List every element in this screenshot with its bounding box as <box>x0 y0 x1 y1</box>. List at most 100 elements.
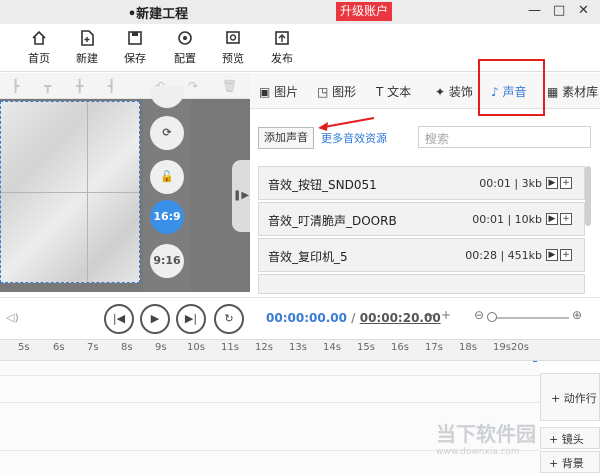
close-button[interactable]: ✕ <box>578 3 589 18</box>
stage-canvas[interactable] <box>0 99 250 292</box>
toolbar-publish[interactable]: 发布 <box>261 29 303 66</box>
toolbar-preview[interactable]: 预览 <box>212 29 254 66</box>
sound-meta: 00:28 | 451kb <box>465 249 542 262</box>
maximize-button[interactable]: □ <box>553 3 565 18</box>
add-background-button[interactable]: + 背景 <box>540 451 600 473</box>
align-right-icon[interactable]: ┫ <box>108 79 115 93</box>
ruler-tick: 11s <box>221 342 239 353</box>
sound-name: 音效_复印机_5 <box>268 250 348 264</box>
tab-decoration[interactable]: ✦ 装饰 <box>435 83 473 100</box>
add-sound-button[interactable]: 添加声音 <box>258 127 314 149</box>
minimize-button[interactable]: — <box>528 3 541 18</box>
next-frame-button[interactable]: ▶| <box>176 304 206 334</box>
toolbar-save[interactable]: 保存 <box>114 29 156 66</box>
ruler-tick: 13s <box>289 342 307 353</box>
zoom-slider[interactable] <box>489 317 569 319</box>
ruler-tick: 9s <box>155 342 167 353</box>
sound-item[interactable]: 音效_按钮_SND051 00:01 | 3kb ▶ + <box>258 166 585 200</box>
toolbar-new[interactable]: 新建 <box>66 29 108 66</box>
window-title: •新建工程 <box>127 7 189 22</box>
zoom-in-icon[interactable]: ⊕ <box>572 308 582 322</box>
ruler-tick: 14s <box>323 342 341 353</box>
volume-icon[interactable]: ◁) <box>6 311 19 324</box>
ruler-tick: 16s <box>391 342 409 353</box>
play-button[interactable]: ▶ <box>140 304 170 334</box>
sound-list-scrollbar[interactable] <box>585 166 591 226</box>
tab-images[interactable]: ▣ 图片 <box>259 83 298 100</box>
save-icon <box>128 31 142 45</box>
align-center-icon[interactable]: ╋ <box>76 79 83 93</box>
resource-tabs: ▣ 图片 ◳ 图形 T 文本 ✦ 装饰 ♪ 声音 ▦ 素材库 <box>250 73 600 109</box>
ratio-16-9-button[interactable]: 16:9 <box>150 200 184 234</box>
sound-meta: 00:01 | 10kb <box>472 213 542 226</box>
zoom-in-small-icon[interactable]: + <box>441 308 451 322</box>
collapse-panel-button[interactable]: ❚▶ <box>232 160 250 232</box>
stage-paper[interactable] <box>0 101 140 283</box>
trash-icon[interactable]: 🗑 <box>222 79 237 93</box>
time-separator: / <box>351 311 356 325</box>
sound-name: 音效_叮清脆声_DOORB <box>268 214 397 228</box>
lock-icon[interactable]: 🔓 <box>150 160 184 194</box>
ruler-tick: 19s <box>493 342 511 353</box>
sound-item[interactable] <box>258 274 585 294</box>
add-icon[interactable]: + <box>560 177 572 189</box>
total-time[interactable]: 00:00:20.00 <box>360 311 441 325</box>
ruler-tick: 7s <box>87 342 99 353</box>
current-time: 00:00:00.00 <box>266 311 347 325</box>
prev-frame-button[interactable]: |◀ <box>104 304 134 334</box>
toolbar-save-label: 保存 <box>124 52 146 65</box>
play-icon[interactable]: ▶ <box>546 213 558 225</box>
track-divider <box>0 375 540 376</box>
ruler-tick: 17s <box>425 342 443 353</box>
ruler-tick: 8s <box>121 342 133 353</box>
tab-shapes[interactable]: ◳ 图形 <box>317 83 356 100</box>
sound-meta: 00:01 | 3kb <box>479 177 542 190</box>
highlight-box <box>478 59 545 116</box>
ruler-tick: 20s <box>511 342 529 353</box>
decoration-icon: ✦ <box>435 85 446 99</box>
toolbar-new-label: 新建 <box>76 52 98 65</box>
home-icon <box>32 30 46 45</box>
ratio-9-16-button[interactable]: 9:16 <box>150 244 184 278</box>
search-icon[interactable]: ⌕ <box>425 130 584 144</box>
background-label: + 背景 <box>549 457 584 470</box>
gear-icon <box>178 31 192 45</box>
zoom-slider-handle[interactable] <box>487 312 497 322</box>
upgrade-account-button[interactable]: 升级账户 <box>336 2 392 21</box>
toolbar-home-label: 首页 <box>28 52 50 65</box>
add-icon[interactable]: + <box>560 249 572 261</box>
align-left-icon[interactable]: ┣ <box>12 79 19 93</box>
ruler-tick: 6s <box>53 342 65 353</box>
timeline-ruler[interactable]: 5s 6s 7s 8s 9s 10s 11s 12s 13s 14s 15s 1… <box>0 339 600 369</box>
action-row-label: + 动作行 <box>551 392 597 405</box>
shape-icon: ◳ <box>317 85 329 99</box>
redo-icon[interactable]: ↷ <box>188 79 198 93</box>
add-icon[interactable]: + <box>560 213 572 225</box>
title-bar: •新建工程 升级账户 — □ ✕ <box>0 0 600 24</box>
add-action-row-button[interactable]: + 动作行 <box>540 373 600 421</box>
sound-item[interactable]: 音效_叮清脆声_DOORB 00:01 | 10kb ▶ + <box>258 202 585 236</box>
publish-icon <box>275 31 289 45</box>
ruler-tick: 5s <box>18 342 30 353</box>
red-arrow-annotation <box>318 117 375 131</box>
align-top-icon[interactable]: ┳ <box>44 79 51 93</box>
sound-search-input[interactable]: 搜索 ⌕ <box>418 126 591 148</box>
tab-library[interactable]: ▦ 素材库 <box>547 83 598 100</box>
rotate-icon[interactable]: ⟳ <box>150 116 184 150</box>
toolbar-config[interactable]: 配置 <box>164 29 206 66</box>
time-display: 00:00:00.00 / 00:00:20.00 <box>266 311 441 325</box>
toolbar-home[interactable]: 首页 <box>18 29 60 66</box>
add-lens-button[interactable]: + 镜头 <box>540 427 600 449</box>
toolbar-config-label: 配置 <box>174 52 196 65</box>
more-sound-resources-link[interactable]: 更多音效资源 <box>321 130 387 146</box>
replay-button[interactable]: ↻ <box>214 304 244 334</box>
play-icon[interactable]: ▶ <box>546 249 558 261</box>
lens-label: + 镜头 <box>549 433 584 446</box>
ruler-tick: 12s <box>255 342 273 353</box>
tab-text[interactable]: T 文本 <box>376 83 411 100</box>
sound-name: 音效_按钮_SND051 <box>268 178 377 192</box>
sound-item[interactable]: 音效_复印机_5 00:28 | 451kb ▶ + <box>258 238 585 272</box>
zoom-out-icon[interactable]: ⊖ <box>474 308 484 322</box>
toolbar-preview-label: 预览 <box>222 52 244 65</box>
play-icon[interactable]: ▶ <box>546 177 558 189</box>
